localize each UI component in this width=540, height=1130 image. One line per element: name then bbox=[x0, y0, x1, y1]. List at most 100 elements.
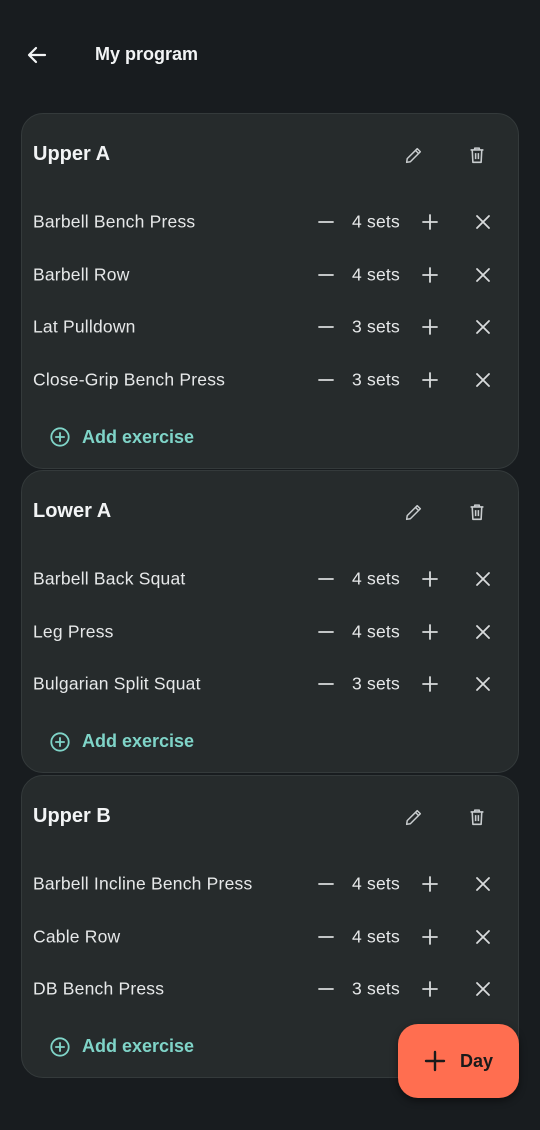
plus-icon bbox=[422, 623, 438, 640]
decrease-sets-button[interactable] bbox=[306, 307, 346, 347]
exercise-row: Close-Grip Bench Press 3 sets bbox=[22, 354, 518, 407]
minus-icon bbox=[318, 221, 334, 223]
remove-exercise-button[interactable] bbox=[463, 612, 503, 652]
edit-day-button[interactable] bbox=[394, 135, 434, 175]
close-icon bbox=[476, 624, 490, 639]
exercise-name: Barbell Back Squat bbox=[33, 568, 186, 589]
remove-exercise-button[interactable] bbox=[463, 202, 503, 242]
exercise-name: Barbell Incline Bench Press bbox=[33, 873, 253, 894]
pencil-icon bbox=[405, 504, 422, 521]
plus-icon bbox=[422, 319, 438, 335]
plus-icon bbox=[422, 266, 438, 283]
add-exercise-label: Add exercise bbox=[82, 1036, 195, 1056]
exercise-name: Lat Pulldown bbox=[33, 316, 136, 337]
back-button[interactable] bbox=[16, 34, 58, 76]
remove-exercise-button[interactable] bbox=[463, 864, 503, 904]
exercise-row: Leg Press 4 sets bbox=[22, 606, 518, 659]
sets-count: 4 sets bbox=[352, 926, 400, 947]
sets-count: 4 sets bbox=[352, 873, 400, 894]
exercise-row: Lat Pulldown 3 sets bbox=[22, 301, 518, 354]
day-card-header: Upper B bbox=[22, 776, 518, 858]
decrease-sets-button[interactable] bbox=[306, 864, 346, 904]
exercise-name: Leg Press bbox=[33, 621, 114, 642]
increase-sets-button[interactable] bbox=[410, 969, 450, 1009]
pencil-icon bbox=[405, 809, 422, 826]
sets-count: 4 sets bbox=[352, 568, 400, 589]
decrease-sets-button[interactable] bbox=[306, 255, 346, 295]
delete-day-button[interactable] bbox=[457, 797, 497, 837]
sets-count: 3 sets bbox=[352, 978, 400, 999]
minus-icon bbox=[318, 273, 334, 276]
increase-sets-button[interactable] bbox=[410, 307, 450, 347]
add-day-label: Day bbox=[459, 1050, 494, 1071]
plus-icon bbox=[422, 214, 438, 230]
exercise-name: Bulgarian Split Squat bbox=[33, 673, 201, 694]
day-card: Upper A Barbell Bench Press 4 sets Barbe… bbox=[21, 113, 519, 469]
increase-sets-button[interactable] bbox=[410, 360, 450, 400]
plus-icon bbox=[422, 371, 438, 388]
remove-exercise-button[interactable] bbox=[463, 307, 503, 347]
plus-icon bbox=[424, 1050, 446, 1072]
sets-count: 4 sets bbox=[352, 211, 400, 232]
remove-exercise-button[interactable] bbox=[463, 664, 503, 704]
edit-day-button[interactable] bbox=[394, 492, 434, 532]
app-bar: My program bbox=[0, 0, 540, 112]
increase-sets-button[interactable] bbox=[410, 255, 450, 295]
close-icon bbox=[476, 677, 490, 691]
sets-count: 4 sets bbox=[352, 621, 400, 642]
close-icon bbox=[476, 267, 490, 282]
add-exercise-button[interactable]: Add exercise bbox=[22, 406, 518, 468]
decrease-sets-button[interactable] bbox=[306, 917, 346, 957]
exercise-name: DB Bench Press bbox=[33, 978, 165, 999]
remove-exercise-button[interactable] bbox=[463, 917, 503, 957]
exercise-row: Barbell Bench Press 4 sets bbox=[22, 196, 518, 249]
plus-circle-icon bbox=[50, 427, 70, 447]
delete-day-button[interactable] bbox=[457, 135, 497, 175]
exercise-name: Cable Row bbox=[33, 926, 121, 947]
increase-sets-button[interactable] bbox=[410, 664, 450, 704]
decrease-sets-button[interactable] bbox=[306, 202, 346, 242]
remove-exercise-button[interactable] bbox=[463, 360, 503, 400]
increase-sets-button[interactable] bbox=[410, 917, 450, 957]
exercise-row: DB Bench Press 3 sets bbox=[22, 963, 518, 1016]
decrease-sets-button[interactable] bbox=[306, 969, 346, 1009]
plus-circle-icon bbox=[50, 1036, 70, 1057]
increase-sets-button[interactable] bbox=[410, 202, 450, 242]
plus-icon bbox=[422, 981, 438, 997]
remove-exercise-button[interactable] bbox=[463, 255, 503, 295]
remove-exercise-button[interactable] bbox=[463, 969, 503, 1009]
decrease-sets-button[interactable] bbox=[306, 664, 346, 704]
decrease-sets-button[interactable] bbox=[306, 612, 346, 652]
sets-count: 3 sets bbox=[352, 369, 400, 390]
increase-sets-button[interactable] bbox=[410, 864, 450, 904]
plus-icon bbox=[422, 928, 438, 945]
add-day-fab[interactable]: Day bbox=[398, 1024, 519, 1098]
day-name: Lower A bbox=[33, 500, 112, 522]
exercise-name: Close-Grip Bench Press bbox=[33, 369, 226, 390]
delete-day-button[interactable] bbox=[457, 492, 497, 532]
day-card: Lower A Barbell Back Squat 4 sets Leg Pr… bbox=[21, 470, 519, 773]
add-exercise-button[interactable]: Add exercise bbox=[22, 711, 518, 773]
trash-icon bbox=[470, 504, 484, 521]
decrease-sets-button[interactable] bbox=[306, 559, 346, 599]
close-icon bbox=[476, 372, 490, 387]
minus-icon bbox=[318, 326, 334, 328]
close-icon bbox=[476, 877, 490, 891]
plus-icon bbox=[422, 676, 438, 692]
trash-icon bbox=[470, 809, 484, 826]
plus-icon bbox=[422, 876, 438, 892]
plus-circle-icon bbox=[50, 731, 70, 752]
day-name: Upper B bbox=[33, 805, 111, 827]
decrease-sets-button[interactable] bbox=[306, 360, 346, 400]
minus-icon bbox=[318, 988, 334, 990]
increase-sets-button[interactable] bbox=[410, 559, 450, 599]
increase-sets-button[interactable] bbox=[410, 612, 450, 652]
remove-exercise-button[interactable] bbox=[463, 559, 503, 599]
edit-day-button[interactable] bbox=[394, 797, 434, 837]
day-card-header: Lower A bbox=[22, 471, 518, 553]
exercise-name: Barbell Bench Press bbox=[33, 211, 196, 232]
exercise-name: Barbell Row bbox=[33, 264, 130, 285]
close-icon bbox=[476, 320, 490, 334]
arrow-back-icon bbox=[27, 46, 47, 64]
minus-icon bbox=[318, 378, 334, 381]
